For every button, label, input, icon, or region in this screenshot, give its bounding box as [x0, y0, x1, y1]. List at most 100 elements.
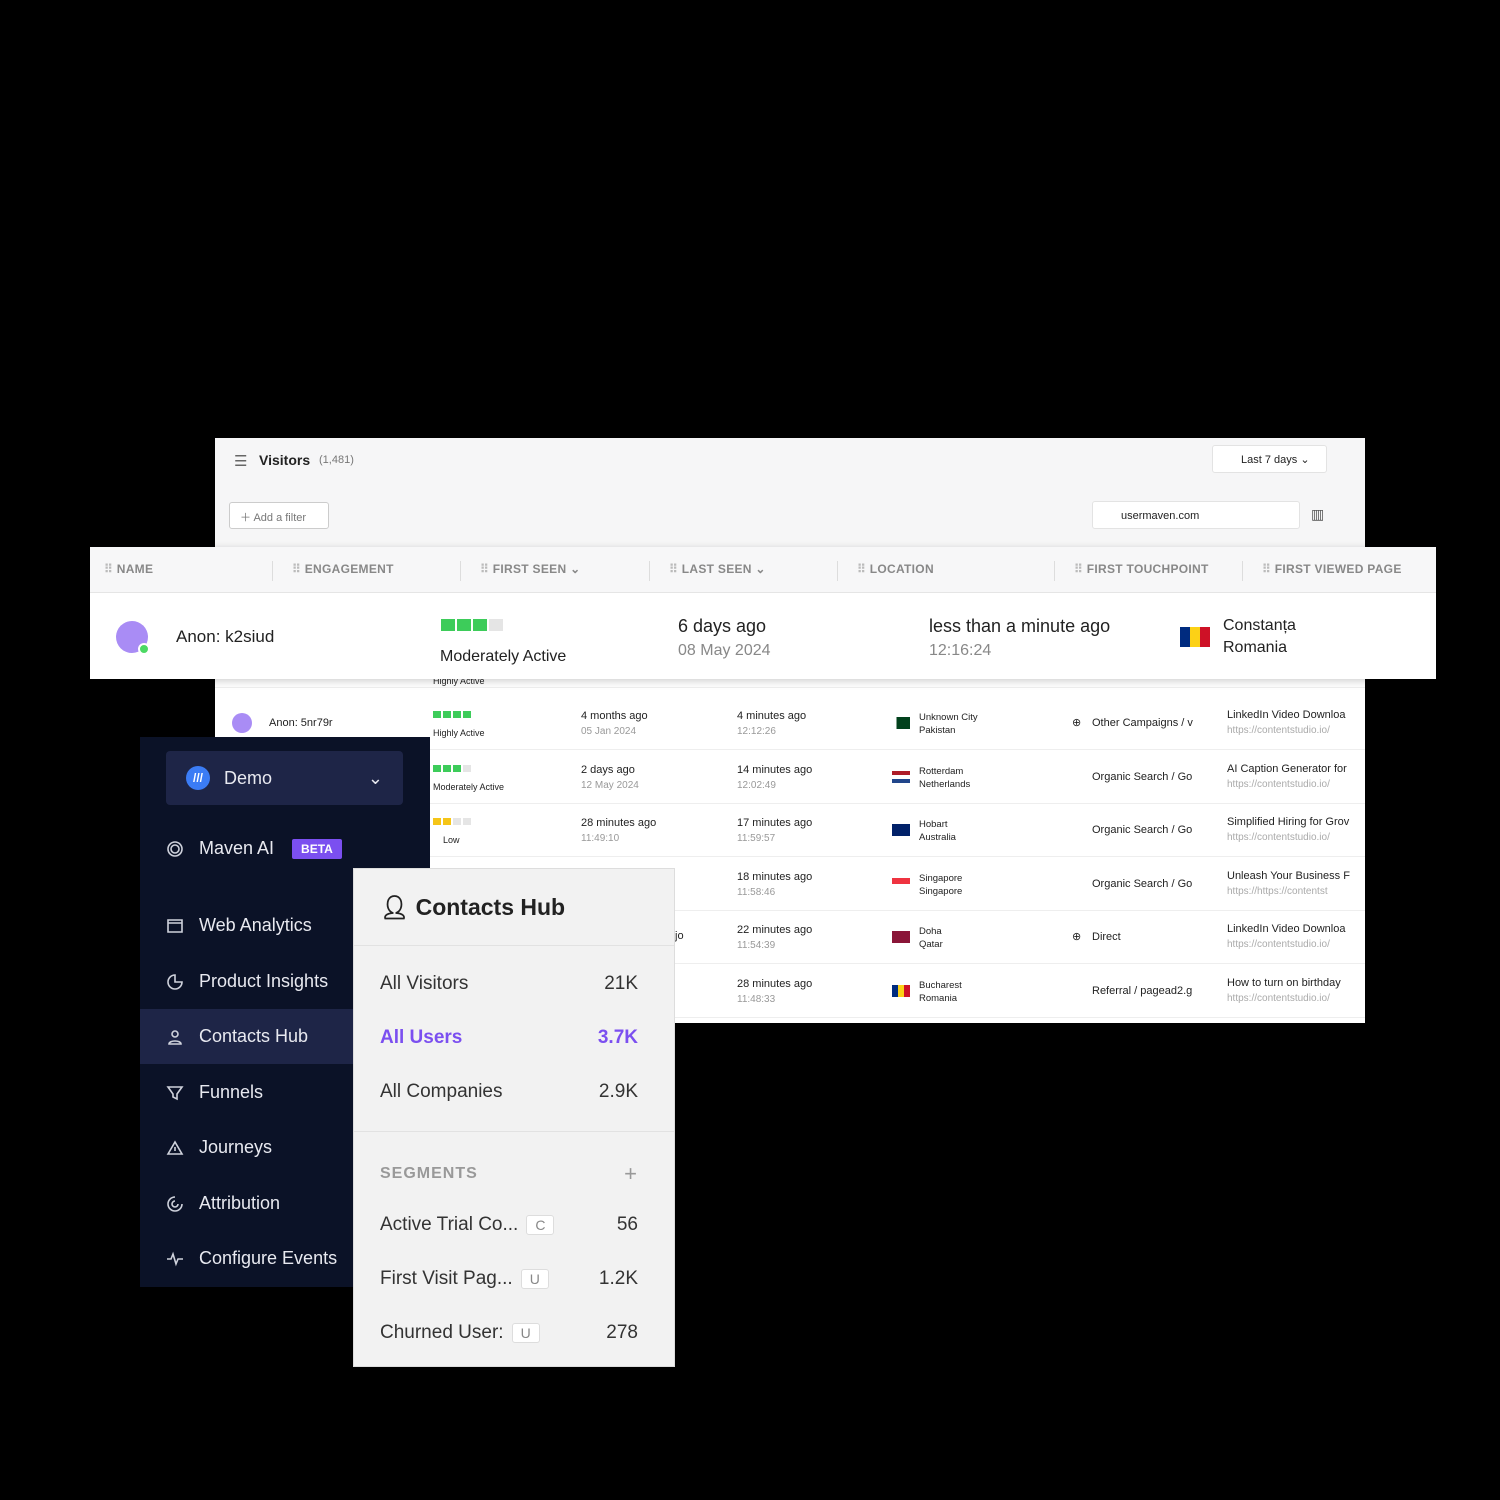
column-divider[interactable] — [649, 561, 650, 581]
hub-title: 👤︎ Contacts Hub — [380, 894, 565, 921]
date-range-select[interactable]: Last 7 days ⌄ — [1212, 445, 1327, 473]
last-seen: 4 minutes ago 12:12:26 — [737, 710, 807, 737]
country-flag-icon — [892, 931, 910, 944]
web-analytics-icon — [167, 918, 183, 933]
location: Hobart Australia — [919, 819, 956, 844]
visitor-name[interactable]: Anon: 5nr79r — [269, 717, 333, 729]
add-filter-button[interactable]: ＋ Add a filter — [229, 502, 329, 529]
segments-label: SEGMENTS — [380, 1165, 478, 1182]
funnels-icon — [166, 1085, 184, 1100]
segment-type-badge: U — [511, 1323, 540, 1343]
sidebar-item-label: Contacts Hub — [199, 1026, 309, 1046]
country: Romania — [1223, 639, 1288, 656]
location: Unknown City Pakistan — [919, 712, 978, 736]
sidebar-item-label: Product Insights — [199, 971, 329, 991]
engagement-label: Moderately Active — [440, 648, 567, 665]
first-seen: 28 minutes ago 11:49:10 — [581, 817, 657, 845]
location: Singapore Singapore — [919, 872, 963, 897]
first-touchpoint: Referral / pagead2.g — [1092, 985, 1193, 997]
sidebar-item-label: Journeys — [199, 1137, 273, 1157]
domain-label: usermaven.com — [1121, 510, 1200, 522]
table-header-highlight: ⠿ NAME ⠿ ENGAGEMENT ⠿ FIRST SEEN ⌄ ⠿ LAST S… — [90, 547, 1436, 679]
maven-ai-icon — [167, 840, 183, 857]
chevron-down-icon: ⌄ — [367, 767, 383, 788]
first-touchpoint: Organic Search / Go — [1092, 770, 1193, 783]
columns-icon[interactable]: ▥ — [1311, 506, 1324, 523]
last-seen: 28 minutes ago 11:48:33 — [737, 978, 813, 1005]
last-seen: 18 minutes ago 11:58:46 — [737, 870, 813, 898]
table-header: ⠿ NAME ⠿ ENGAGEMENT ⠿ FIRST SEEN ⌄ ⠿ LAST S… — [90, 547, 1436, 593]
hub-title-text: Contacts Hub — [415, 894, 566, 920]
hub-item[interactable]: All Users 3.7K — [380, 1027, 638, 1049]
first-seen: 2 days ago 12 May 2024 — [581, 763, 639, 791]
first-viewed-page[interactable]: Simplified Hiring for Grov https://conten… — [1227, 816, 1353, 843]
visitor-name[interactable]: Anon: k2siud — [176, 627, 274, 647]
hub-item[interactable]: All Companies 2.9K — [380, 1081, 638, 1103]
column-header[interactable]: ⠿ ENGAGEMENT — [292, 562, 394, 576]
user-icon: 👤︎ — [380, 894, 410, 920]
sidebar-item-label: Attribution — [199, 1193, 281, 1213]
globe-icon: ⊕ — [1072, 717, 1082, 729]
last-seen-time: 12:16:24 — [929, 642, 992, 659]
first-viewed-page[interactable]: How to turn on birthday https://contentst… — [1227, 977, 1353, 1004]
engagement-label: Highly Active — [433, 728, 485, 738]
visitor-count: (1,481) — [319, 454, 354, 466]
engagement-bars — [441, 619, 503, 631]
location: Bucharest Romania — [919, 980, 962, 1004]
segment-item[interactable]: Churned User: U 278 — [380, 1322, 638, 1344]
segment-type-badge: U — [520, 1269, 549, 1289]
configure-events-icon — [167, 1251, 183, 1266]
engagement-bars — [433, 818, 471, 826]
workspace-name: Demo — [224, 767, 273, 788]
segments-header: SEGMENTS + — [380, 1161, 638, 1187]
add-segment-icon[interactable]: + — [624, 1161, 638, 1187]
first-viewed-page[interactable]: Unleash Your Business Fhttps://https://c… — [1227, 870, 1353, 897]
column-header[interactable]: ⠿ FIRST SEEN ⌄ — [480, 562, 580, 576]
first-viewed-page[interactable]: AI Caption Generator for https://contents… — [1227, 763, 1353, 790]
country-flag-icon — [892, 985, 910, 997]
location: Doha Qatar — [919, 926, 943, 951]
city: Constanța — [1223, 617, 1296, 634]
engagement-bars — [433, 764, 471, 772]
country-flag-icon — [892, 824, 910, 837]
column-divider[interactable] — [1054, 561, 1055, 581]
last-seen: 17 minutes ago 11:59:57 — [737, 817, 813, 845]
engagement-label: Moderately Active — [433, 781, 505, 792]
segment-item[interactable]: Active Trial Co... C 56 — [380, 1214, 638, 1236]
beta-badge: BETA — [292, 838, 342, 859]
engagement-bars — [433, 711, 471, 718]
avatar — [116, 621, 150, 655]
segment-item[interactable]: First Visit Pag... U 1.2K — [380, 1268, 638, 1290]
column-header[interactable]: ⠿ FIRST VIEWED PAGE — [1262, 562, 1402, 576]
location: Rotterdam Netherlands — [919, 765, 971, 790]
sidebar-item-label: Web Analytics — [199, 915, 312, 935]
country-flag-icon — [892, 717, 910, 729]
workspace-switcher[interactable]: /// Demo ⌄ — [166, 751, 403, 805]
column-header[interactable]: ⠿ LAST SEEN ⌄ — [669, 562, 766, 576]
workspace-logo-icon: /// — [186, 766, 210, 790]
first-seen-date: 08 May 2024 — [678, 642, 771, 659]
last-seen: 14 minutes ago 12:02:49 — [737, 763, 813, 791]
column-divider[interactable] — [1242, 561, 1243, 581]
column-header[interactable]: ⠿ NAME — [104, 562, 153, 576]
engagement-label: Low — [443, 835, 460, 846]
first-touchpoint: Organic Search / Go — [1092, 824, 1193, 837]
first-viewed-page[interactable]: LinkedIn Video Downloa https://contentstu… — [1227, 709, 1353, 736]
country-flag-icon — [892, 877, 910, 890]
domain-select[interactable]: usermaven.com — [1092, 501, 1300, 529]
column-header[interactable]: ⠿ FIRST TOUCHPOINT — [1074, 562, 1209, 576]
column-divider[interactable] — [272, 561, 273, 581]
add-filter-label: Add a filter — [253, 512, 307, 524]
first-viewed-page[interactable]: LinkedIn Video Downloa https://contentstu… — [1227, 923, 1353, 950]
column-header[interactable]: ⠿ LOCATION — [857, 562, 934, 576]
column-divider[interactable] — [460, 561, 461, 581]
hub-item[interactable]: All Visitors 21K — [380, 973, 638, 995]
visitors-toolbar: ☰ Visitors (1,481) Last 7 days ⌄ ＋ Add a… — [215, 438, 1365, 548]
date-range-label: Last 7 days — [1241, 454, 1298, 466]
segment-type-badge: C — [526, 1215, 555, 1235]
column-divider[interactable] — [837, 561, 838, 581]
last-seen: less than a minute ago — [929, 616, 1111, 636]
last-seen: 22 minutes ago 11:54:39 — [737, 924, 813, 952]
first-touchpoint: Direct — [1092, 931, 1121, 944]
menu-icon[interactable]: ☰ — [234, 452, 247, 470]
